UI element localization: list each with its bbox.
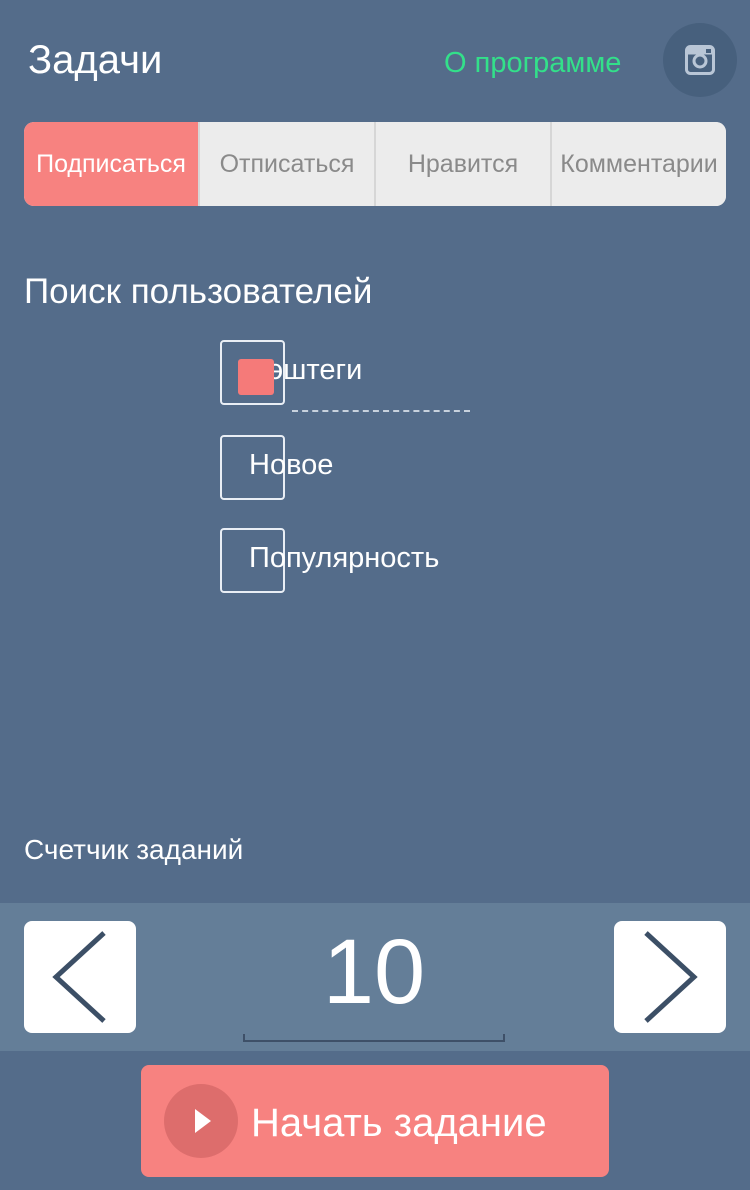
chevron-right-icon [644,931,698,1023]
option-popularity[interactable]: Популярность [220,528,550,596]
instagram-icon [685,45,715,75]
decrement-button[interactable] [24,921,136,1033]
counter-underline [243,1034,505,1042]
checkbox-checked-mark [238,359,274,395]
option-hashtags[interactable]: Хэштеги [220,340,550,408]
option-new[interactable]: Новое [220,435,550,503]
tab-comments[interactable]: Комментарии [550,122,726,206]
tab-subscribe[interactable]: Подписаться [24,122,198,206]
start-task-label: Начать задание [251,1101,547,1145]
search-users-title: Поиск пользователей [24,272,373,311]
page-title: Задачи [28,38,163,82]
tab-unsubscribe[interactable]: Отписаться [198,122,374,206]
task-tabs: Подписаться Отписаться Нравится Коммента… [24,122,726,206]
about-link[interactable]: О программе [444,47,621,80]
tab-like[interactable]: Нравится [374,122,550,206]
task-counter-title: Счетчик заданий [24,834,244,865]
start-task-button[interactable]: Начать задание [141,1065,609,1177]
option-popularity-label: Популярность [249,542,440,574]
play-icon [195,1109,211,1133]
option-new-label: Новое [249,449,334,481]
option-hashtags-checkbox[interactable] [220,340,285,405]
play-icon-circle [164,1084,238,1158]
hashtags-input-underline[interactable] [292,410,470,412]
chevron-left-icon [52,931,106,1023]
instagram-button[interactable] [663,23,737,97]
task-counter-value[interactable]: 10 [243,920,505,1025]
increment-button[interactable] [614,921,726,1033]
